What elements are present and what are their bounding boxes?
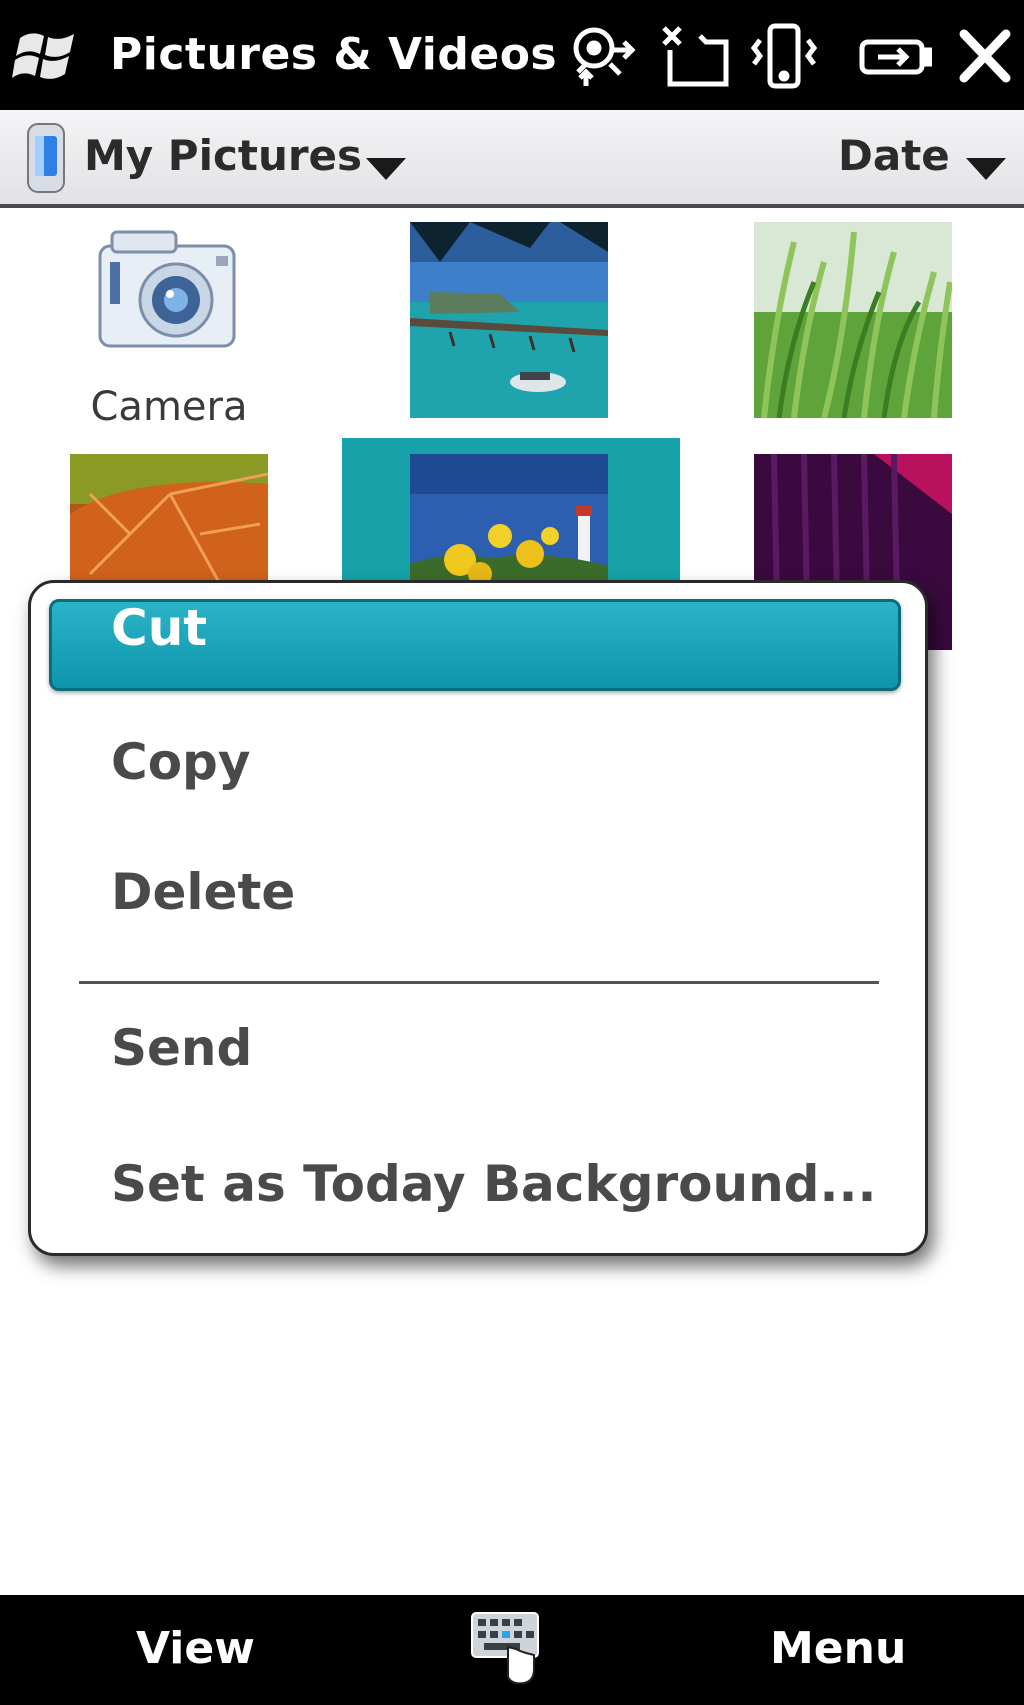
vibrate-icon[interactable] — [748, 20, 820, 92]
windows-logo-icon[interactable] — [12, 24, 82, 88]
menu-item-send[interactable]: Send — [31, 993, 925, 1103]
menu-item-delete[interactable]: Delete — [31, 837, 925, 947]
picture-thumbnail[interactable] — [410, 222, 608, 418]
menu-item-label: Set as Today Background... — [111, 1155, 877, 1213]
softkey-menu[interactable]: Menu — [770, 1619, 906, 1679]
folder-selector[interactable]: My Pictures — [84, 128, 362, 184]
folder-bar: My Pictures Date — [0, 110, 1024, 208]
camera-folder-label[interactable]: Camera — [64, 382, 274, 432]
keyboard-icon[interactable] — [468, 1607, 548, 1687]
connectivity-icon[interactable] — [566, 20, 638, 92]
menu-item-label: Copy — [111, 733, 251, 791]
chevron-down-icon[interactable] — [964, 156, 1008, 182]
context-menu: Cut Copy Delete Send Set as Today Backgr… — [28, 580, 928, 1256]
chevron-down-icon[interactable] — [364, 156, 408, 182]
close-icon[interactable] — [954, 20, 1016, 92]
picture-thumbnail-selected[interactable] — [410, 454, 608, 588]
menu-item-set-background[interactable]: Set as Today Background... — [31, 1129, 925, 1239]
battery-icon[interactable] — [856, 20, 933, 92]
title-bar: Pictures & Videos — [0, 0, 1024, 110]
app-title: Pictures & Videos — [110, 29, 558, 80]
menu-item-label: Delete — [111, 863, 296, 921]
device-icon — [22, 122, 70, 194]
camera-icon[interactable] — [96, 228, 240, 366]
picture-thumbnail[interactable] — [754, 222, 952, 418]
sort-selector[interactable]: Date — [838, 128, 950, 184]
menu-separator — [79, 981, 879, 984]
softkey-view[interactable]: View — [136, 1619, 255, 1679]
menu-item-copy[interactable]: Copy — [31, 707, 925, 817]
menu-item-label: Send — [111, 1019, 253, 1077]
softkey-bar: View Menu — [0, 1595, 1024, 1705]
picture-thumbnail[interactable] — [70, 454, 268, 588]
menu-item-label: Cut — [111, 599, 208, 657]
signal-off-icon[interactable] — [660, 20, 732, 92]
menu-item-cut[interactable]: Cut — [31, 579, 925, 691]
